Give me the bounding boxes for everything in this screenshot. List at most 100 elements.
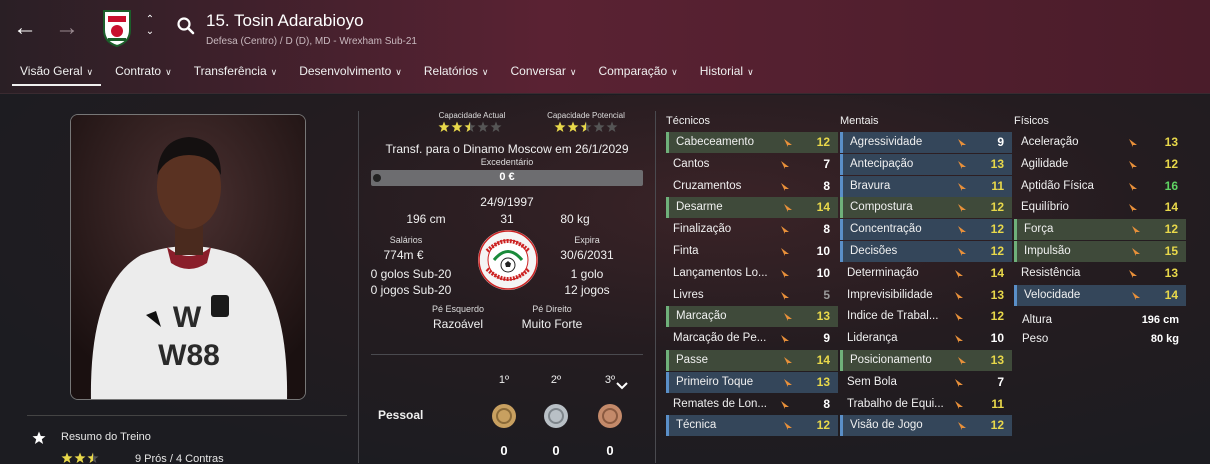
physical-attribute-row[interactable]: Aptidão Física 16 (1014, 176, 1186, 197)
mental-attribute-row[interactable]: Índice de Trabal... 12 (840, 306, 1012, 327)
technical-attribute-row[interactable]: Marcação de Pe... 9 (666, 328, 838, 349)
attribute-value: 10 (816, 244, 830, 258)
trend-up-arrow-icon (781, 160, 789, 169)
divider (655, 111, 656, 463)
trend-up-arrow-icon (958, 248, 966, 256)
tab-reports[interactable]: Relatórios ∨ (413, 58, 500, 86)
svg-text:W: W (173, 301, 202, 334)
age-value: 31 (500, 212, 514, 226)
mental-attribute-row[interactable]: Decisões 12 (840, 241, 1012, 262)
attribute-name: Cantos (673, 157, 710, 170)
mental-attribute-row[interactable]: Visão de Jogo 12 (840, 415, 1012, 437)
tab-overview[interactable]: Visão Geral ∨ (9, 58, 104, 86)
attribute-value: 12 (990, 418, 1004, 433)
mental-attribute-row[interactable]: Trabalho de Equi... 11 (840, 394, 1012, 415)
trend-up-arrow-icon (784, 378, 792, 387)
technical-attribute-row[interactable]: Desarme 14 (666, 197, 838, 219)
back-arrow-icon[interactable]: ← (11, 14, 39, 42)
attribute-value: 12 (1164, 222, 1178, 237)
attribute-value: 7 (823, 156, 830, 171)
technical-attribute-row[interactable]: Remates de Lon... 8 (666, 394, 838, 415)
attribute-name: Determinação (847, 266, 919, 279)
mental-attribute-row[interactable]: Liderança 10 (840, 328, 1012, 349)
technical-attribute-row[interactable]: Livres 5 (666, 285, 838, 306)
transfer-value-bar[interactable]: 0 € (371, 170, 643, 186)
trend-up-arrow-icon (955, 400, 963, 409)
attribute-value: 11 (991, 396, 1004, 411)
player-info-panel: Capacidade Actual Capacidade Potencial T… (366, 95, 648, 464)
attribute-value: 13 (816, 309, 830, 324)
chevron-down-icon[interactable] (615, 381, 629, 391)
technical-attribute-row[interactable]: Cantos 7 (666, 154, 838, 175)
physical-attribute-row[interactable]: Impulsão 15 (1014, 241, 1186, 262)
trend-up-arrow-icon (784, 357, 792, 365)
club-switch-icon[interactable]: ⌃ ⌄ (142, 14, 158, 40)
technical-attribute-row[interactable]: Marcação 13 (666, 306, 838, 328)
chevron-down-icon: ∨ (86, 67, 94, 77)
search-icon[interactable] (176, 16, 196, 36)
physical-attribute-row[interactable]: Velocidade 14 (1014, 284, 1186, 306)
technical-attribute-row[interactable]: Técnica 12 (666, 415, 838, 437)
technical-header: Técnicos (666, 115, 711, 127)
attribute-name: Marcação de Pe... (673, 332, 767, 345)
player-name: 15. Tosin Adarabioyo (206, 11, 364, 30)
mental-attribute-row[interactable]: Determinação 14 (840, 263, 1012, 284)
technical-attribute-row[interactable]: Finalização 8 (666, 219, 838, 240)
physical-attribute-row[interactable]: Equilíbrio 14 (1014, 197, 1186, 218)
technical-attribute-row[interactable]: Cruzamentos 8 (666, 176, 838, 197)
transfer-status[interactable]: Transf. para o Dinamo Moscow em 26/1/202… (366, 142, 648, 156)
attribute-value: 16 (1164, 178, 1178, 193)
potential-ability-stars (554, 121, 618, 132)
training-summary-title[interactable]: Resumo do Treino (61, 431, 151, 443)
chevron-down-icon: ∨ (395, 67, 402, 77)
attribute-name: Finta (673, 245, 699, 257)
mental-attribute-row[interactable]: Compostura 12 (840, 197, 1012, 219)
trend-up-arrow-icon (784, 204, 792, 213)
mental-attribute-row[interactable]: Bravura 11 (840, 175, 1012, 197)
technical-attribute-row[interactable]: Finta 10 (666, 241, 838, 262)
wrexham-crest-icon[interactable] (101, 8, 133, 48)
tab-development[interactable]: Desenvolvimento ∨ (288, 58, 413, 86)
mental-attribute-row[interactable]: Agressividade 9 (840, 132, 1012, 153)
attribute-name: Aptidão Física (1021, 179, 1094, 192)
star-icon[interactable] (32, 431, 46, 445)
mental-attribute-row[interactable]: Antecipação 13 (840, 153, 1012, 175)
tab-contract[interactable]: Contrato ∨ (104, 58, 183, 86)
trend-up-arrow-icon (955, 269, 963, 278)
trend-up-arrow-icon (781, 182, 789, 191)
physical-attribute-row[interactable]: Aceleração 13 (1014, 132, 1186, 153)
technical-attribute-row[interactable]: Lançamentos Lo... 10 (666, 263, 838, 284)
attribute-name: Imprevisibilidade (847, 288, 933, 301)
weight-value: 80 kg (1150, 333, 1179, 345)
attribute-value: 10 (816, 265, 830, 280)
tab-history[interactable]: Historial ∨ (689, 58, 765, 86)
attribute-name: Remates de Lon... (673, 397, 767, 410)
tab-talk[interactable]: Conversar ∨ (499, 58, 587, 86)
mental-attribute-row[interactable]: Posicionamento 13 (840, 350, 1012, 371)
tab-transfer[interactable]: Transferência ∨ (183, 58, 289, 86)
physical-attribute-row[interactable]: Resistência 13 (1014, 263, 1186, 284)
mental-attribute-row[interactable]: Imprevisibilidade 13 (840, 285, 1012, 306)
training-pros-cons: 9 Prós / 4 Contras (135, 453, 224, 464)
contract-expires-label: Expira (574, 235, 600, 245)
physical-attribute-row[interactable]: Força 12 (1014, 219, 1186, 241)
tab-comparison[interactable]: Comparação ∨ (587, 58, 688, 86)
first-place-count: 0 (500, 443, 508, 458)
technical-attribute-row[interactable]: Passe 14 (666, 350, 838, 371)
trend-up-arrow-icon (958, 357, 966, 365)
technical-attribute-row[interactable]: Cabeceamento 12 (666, 132, 838, 153)
attribute-value: 12 (990, 222, 1004, 237)
rank-second-label: 2º (550, 374, 562, 386)
current-ability-stars (438, 121, 502, 132)
attribute-name: Agressividade (850, 136, 923, 148)
trend-up-arrow-icon (1132, 248, 1140, 256)
forward-arrow-icon[interactable]: → (53, 14, 81, 42)
technical-attribute-row[interactable]: Primeiro Toque 13 (666, 371, 838, 393)
attribute-value: 10 (990, 331, 1004, 346)
mental-attribute-row[interactable]: Concentração 12 (840, 219, 1012, 241)
trend-up-arrow-icon (1129, 269, 1137, 278)
trend-up-arrow-icon (958, 422, 966, 431)
attribute-value: 5 (823, 287, 830, 302)
physical-attribute-row[interactable]: Agilidade 12 (1014, 154, 1186, 175)
mental-attribute-row[interactable]: Sem Bola 7 (840, 372, 1012, 393)
